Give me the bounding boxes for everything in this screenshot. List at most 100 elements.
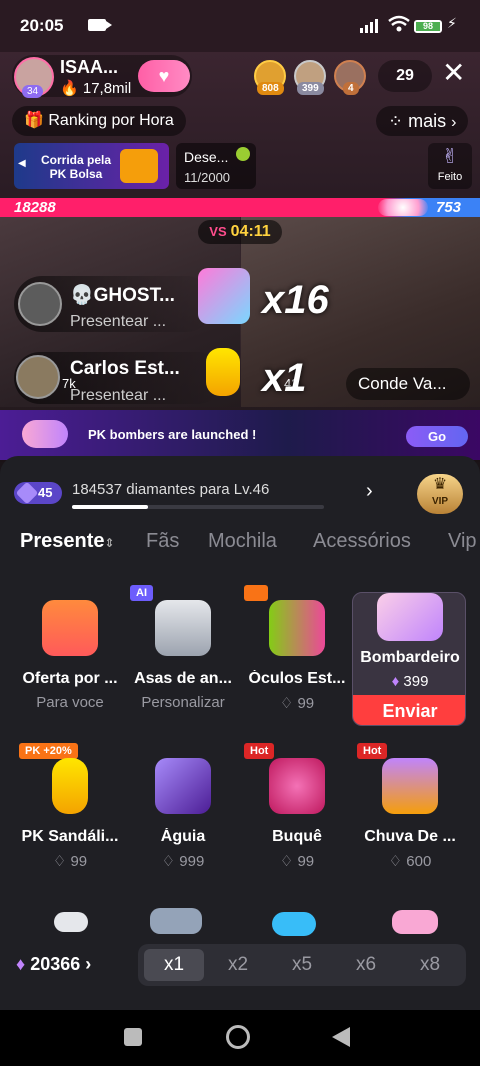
send-button[interactable]: Enviar — [353, 695, 465, 725]
gift-name: Asas de an... — [134, 670, 232, 687]
sort-icon: ⇕ — [104, 536, 115, 550]
diamond-outline-icon: ♢ — [279, 853, 294, 870]
multiplier-x5[interactable]: x5 — [272, 949, 332, 981]
pk-right-score: 753 — [436, 199, 462, 216]
home-icon[interactable] — [226, 1025, 250, 1049]
gift-name: Chuva De ... — [364, 828, 456, 845]
gift-item-asas[interactable]: AI Asas de an... Personalizar — [126, 585, 240, 742]
gift-item-aguia[interactable]: Águia ♢ 999 — [126, 750, 240, 900]
user-level-badge: 45 — [14, 482, 62, 504]
gift-price-row: ♦ 399 — [353, 673, 465, 690]
diamond-outline-icon: ♢ — [279, 695, 294, 712]
pk-race-line2: PK Bolsa — [49, 167, 103, 181]
top-viewer-count-2: 399 — [297, 82, 324, 95]
eagle-icon — [155, 758, 211, 814]
diamond-balance-button[interactable]: ♦ 20366 › — [16, 954, 91, 975]
video-camera-icon — [88, 19, 112, 31]
carousel-left-icon: ◀ — [18, 158, 26, 169]
gift-box-icon: 🎁 — [24, 112, 44, 129]
tab-mochila[interactable]: Mochila — [208, 530, 277, 553]
tab-acessorios[interactable]: Acessórios — [313, 530, 411, 553]
gift-name: Águia — [160, 828, 206, 845]
bomber-plane-icon — [377, 593, 443, 641]
viewer-count[interactable]: 29 — [378, 60, 432, 92]
hourly-ranking-button[interactable]: 🎁 Ranking por Hora — [12, 106, 186, 136]
bomber-plane-icon — [22, 420, 68, 448]
gift-price: Personalizar — [141, 694, 225, 711]
multiplier-x8[interactable]: x8 — [400, 949, 460, 981]
multiplier-x1[interactable]: x1 — [144, 949, 204, 981]
done-task-button[interactable]: ✌ Feito — [428, 143, 472, 189]
gift-price: 600 — [406, 853, 432, 870]
grid-dots-icon: ⁘ — [388, 111, 404, 131]
pk-timer-value: 04:11 — [230, 223, 271, 240]
gift-box-icon — [42, 600, 98, 656]
multiplier-x6[interactable]: x6 — [336, 949, 396, 981]
gift-price: 99 — [297, 853, 315, 870]
diamond-outline-icon: ♢ — [52, 853, 67, 870]
gift-item-row3-3[interactable] — [272, 912, 316, 936]
flame-icon: 🔥 — [60, 80, 79, 97]
follow-heart-button[interactable]: ♥ — [138, 60, 190, 92]
go-button[interactable]: Go — [406, 426, 468, 447]
gift-price-row: ♢ 99 — [13, 852, 127, 870]
chevron-right-icon: › — [451, 114, 457, 131]
gift-item-buque[interactable]: Hot Buquê ♢ 99 — [240, 743, 354, 900]
ai-tag: AI — [130, 585, 153, 601]
gift-price: 99 — [70, 853, 88, 870]
tab-vip[interactable]: Vip — [448, 530, 477, 553]
gift-combo-1: x16 — [262, 278, 329, 322]
lime-icon — [236, 147, 250, 161]
desire-title: Dese... — [184, 149, 229, 165]
gift-name: PK Sandáli... — [21, 828, 119, 845]
chevron-right-icon[interactable]: › — [366, 480, 373, 503]
gift-sender-sub-1: Presentear ... — [70, 313, 167, 330]
gift-item-row3-4[interactable] — [392, 910, 438, 934]
desire-goal-banner[interactable]: Dese... 11/2000 — [176, 143, 256, 189]
gift-item-pk-sandalia[interactable]: PK +20% PK Sandáli... ♢ 99 — [13, 743, 127, 900]
vip-button[interactable]: ♛ VIP — [417, 474, 463, 514]
gift-tabs: Presente⇕ Fãs Mochila Acessórios Vip — [0, 530, 480, 560]
multiplier-x2[interactable]: x2 — [208, 949, 268, 981]
gift-price-row: ♢ 99 — [240, 694, 354, 712]
gift-combo-2: x1 — [262, 356, 307, 400]
gift-sender-avatar-2[interactable] — [16, 355, 60, 399]
gift-item-row3-2[interactable] — [150, 908, 202, 934]
opponent-name-pill[interactable]: Conde Va... — [346, 368, 470, 400]
pk-race-banner[interactable]: ◀ Corrida pela PK Bolsa — [14, 143, 169, 189]
sandal-gift-icon — [206, 348, 240, 396]
pk-spark-icon — [378, 199, 428, 216]
sunglasses-icon — [269, 600, 325, 656]
chevron-right-icon: › — [85, 954, 92, 974]
hot-tag: Hot — [244, 743, 275, 759]
top-viewer-count-3: 4 — [343, 82, 359, 95]
tab-presente[interactable]: Presente⇕ — [20, 530, 115, 553]
charging-icon: ⚡ — [447, 15, 457, 31]
gift-item-oferta[interactable]: Oferta por ... Para voce — [13, 592, 127, 742]
recents-icon[interactable] — [124, 1028, 142, 1046]
vs-label: VS — [209, 224, 227, 239]
ranking-label: Ranking por Hora — [48, 112, 174, 129]
gift-sender-avatar-1[interactable] — [18, 282, 62, 326]
gift-item-oculos[interactable]: Óculos Est... ♢ 99 — [240, 585, 354, 742]
gift-price-row: ♢ 600 — [353, 852, 467, 870]
gift-sender-name-2: Carlos Est... — [70, 358, 180, 379]
angel-wings-icon — [155, 600, 211, 656]
treasure-chest-icon — [382, 758, 438, 814]
host-level-badge: 34 — [22, 85, 44, 98]
gift-price: 99 — [297, 695, 315, 712]
bunny-icon: ✌ — [441, 146, 459, 168]
gift-sender-name-1: 💀GHOST... — [70, 285, 175, 306]
more-button[interactable]: ⁘ mais › — [376, 106, 469, 136]
gift-item-row3-1[interactable] — [54, 912, 88, 932]
back-icon[interactable] — [332, 1027, 350, 1047]
bouquet-icon — [269, 758, 325, 814]
crown-icon: ♛ — [432, 476, 448, 493]
gift-item-chuva[interactable]: Hot Chuva De ... ♢ 600 — [353, 743, 467, 900]
pk-race-text: Corrida pela PK Bolsa — [40, 153, 112, 181]
close-icon[interactable]: ✕ — [442, 56, 465, 90]
gift-price-row: ♢ 99 — [240, 852, 354, 870]
gift-item-bombardeiro-selected[interactable]: Bombardeiro ♦ 399 Enviar — [352, 592, 466, 726]
tab-fas[interactable]: Fãs — [146, 530, 179, 553]
gift-name: Óculos Est... — [248, 670, 346, 687]
